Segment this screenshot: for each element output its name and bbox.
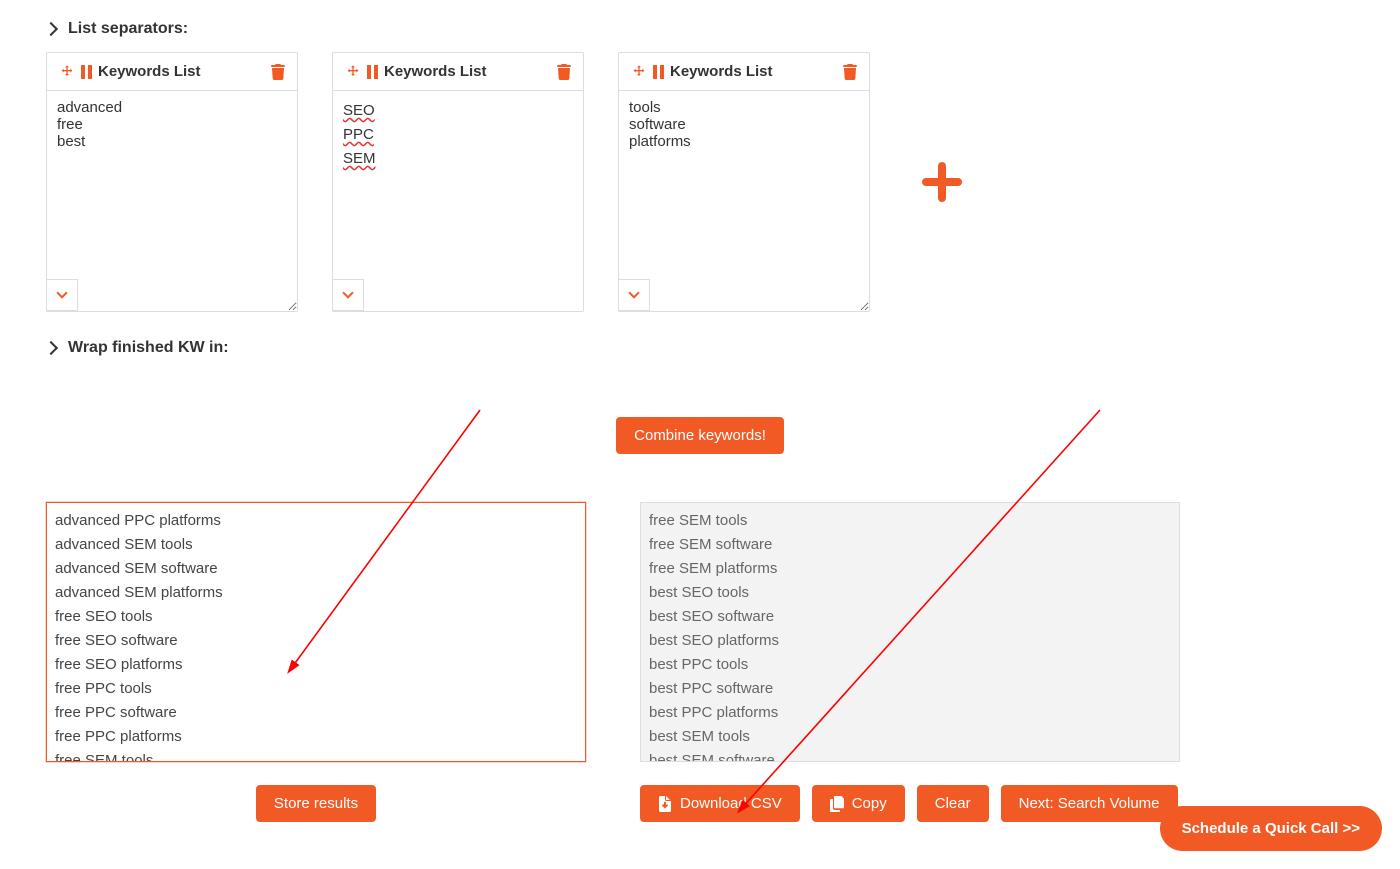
button-label: Download CSV <box>680 795 782 812</box>
button-label: Copy <box>852 795 887 812</box>
section-label: List separators: <box>68 20 188 38</box>
chevron-right-icon <box>44 22 58 36</box>
keyword-lists-row: Keywords List Keywords List <box>46 52 1354 311</box>
keyword-input[interactable] <box>47 91 297 311</box>
keyword-card-header: Keywords List <box>333 53 583 91</box>
pause-icon[interactable] <box>81 65 92 79</box>
chevron-down-icon <box>628 287 639 298</box>
actions-row: Store results Download CSV Copy Clear Ne… <box>46 785 1354 822</box>
keyword-card-header: Keywords List <box>47 53 297 91</box>
keyword-card-title: Keywords List <box>98 63 201 80</box>
stored-results-output[interactable] <box>640 502 1180 762</box>
trash-icon[interactable] <box>557 64 571 80</box>
move-icon[interactable] <box>345 64 361 80</box>
schedule-call-button[interactable]: Schedule a Quick Call >> <box>1160 806 1382 851</box>
results-row <box>46 502 1354 767</box>
copy-icon <box>830 796 844 812</box>
keyword-card-expand[interactable] <box>618 279 650 311</box>
keyword-card: Keywords List <box>618 52 870 311</box>
chevron-down-icon <box>56 287 67 298</box>
results-output[interactable] <box>46 502 586 762</box>
section-label: Wrap finished KW in: <box>68 339 229 357</box>
chevron-right-icon <box>44 341 58 355</box>
keyword-card-title: Keywords List <box>670 63 773 80</box>
keyword-card: Keywords List <box>46 52 298 311</box>
move-icon[interactable] <box>631 64 647 80</box>
keyword-card-expand[interactable] <box>332 279 364 311</box>
trash-icon[interactable] <box>271 64 285 80</box>
keyword-card-header: Keywords List <box>619 53 869 91</box>
keyword-card-expand[interactable] <box>46 279 78 311</box>
pause-icon[interactable] <box>367 65 378 79</box>
chevron-down-icon <box>342 287 353 298</box>
keyword-card: Keywords List SEO PPC SEM <box>332 52 584 311</box>
keyword-input[interactable]: SEO PPC SEM <box>333 91 583 311</box>
store-results-button[interactable]: Store results <box>256 785 376 822</box>
clear-button[interactable]: Clear <box>917 785 989 822</box>
keyword-card-title: Keywords List <box>384 63 487 80</box>
trash-icon[interactable] <box>843 64 857 80</box>
add-list-button[interactable] <box>922 162 962 202</box>
section-list-separators[interactable]: List separators: <box>46 20 1354 38</box>
keyword-input[interactable] <box>619 91 869 311</box>
move-icon[interactable] <box>59 64 75 80</box>
section-wrap-finished[interactable]: Wrap finished KW in: <box>46 339 1354 357</box>
copy-button[interactable]: Copy <box>812 785 905 822</box>
next-search-volume-button[interactable]: Next: Search Volume <box>1001 785 1178 822</box>
pause-icon[interactable] <box>653 65 664 79</box>
combine-keywords-button[interactable]: Combine keywords! <box>616 417 784 454</box>
download-csv-button[interactable]: Download CSV <box>640 785 800 822</box>
file-download-icon <box>658 796 672 812</box>
